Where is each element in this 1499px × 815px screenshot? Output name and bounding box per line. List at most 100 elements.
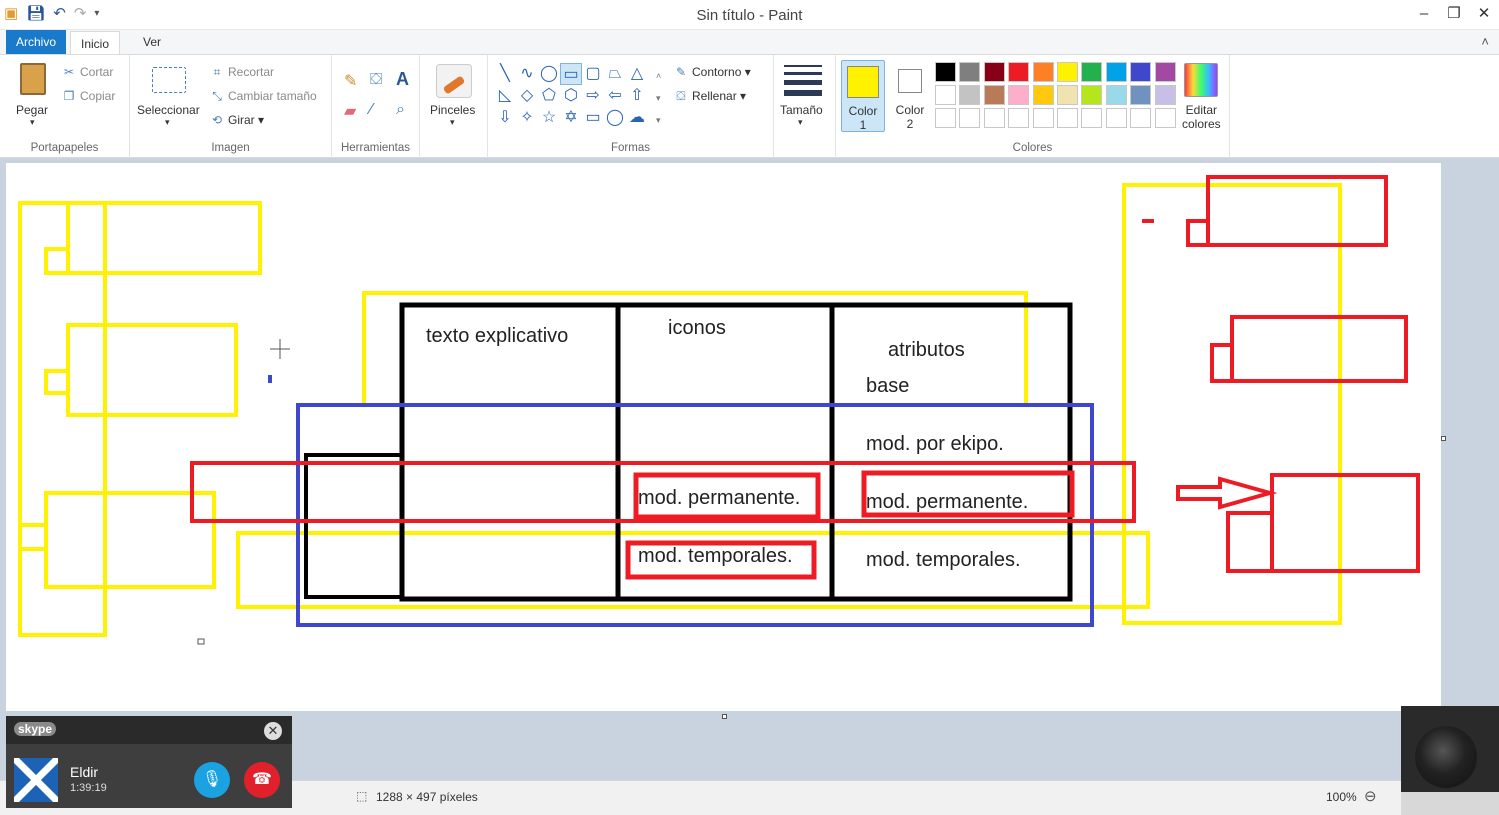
- color-picker-icon[interactable]: ⁄: [370, 101, 373, 119]
- oval-callout-shape-icon[interactable]: ◯: [604, 107, 626, 129]
- six-point-star-shape-icon[interactable]: ✡: [560, 107, 582, 129]
- color-swatch[interactable]: [935, 108, 956, 128]
- color-swatch[interactable]: [1105, 85, 1127, 105]
- color1-number: 1: [859, 118, 867, 132]
- brushes-button[interactable]: Pinceles: [430, 103, 475, 117]
- color-swatch[interactable]: [1032, 62, 1054, 82]
- rectangle-shape-icon[interactable]: ▭: [560, 63, 582, 85]
- eraser-icon[interactable]: ▰: [344, 101, 356, 121]
- up-arrow-shape-icon[interactable]: ⇧: [626, 85, 648, 107]
- copy-button[interactable]: ❐ Copiar: [62, 89, 116, 103]
- tab-ver[interactable]: Ver: [133, 30, 171, 54]
- color-swatch[interactable]: [959, 108, 981, 128]
- color2-swatch: [898, 69, 922, 93]
- canvas-resize-handle[interactable]: [722, 714, 727, 719]
- color-swatch[interactable]: [1008, 62, 1030, 82]
- color-swatch[interactable]: [1032, 108, 1054, 128]
- minimize-icon[interactable]: –: [1409, 0, 1439, 30]
- color-swatch[interactable]: [935, 62, 956, 82]
- color-swatch[interactable]: [1130, 85, 1152, 105]
- paste-button[interactable]: Pegar: [16, 103, 48, 117]
- color-swatch[interactable]: [959, 62, 981, 82]
- select-dropdown-icon[interactable]: ▾: [165, 117, 170, 128]
- rect-callout-shape-icon[interactable]: ▭: [582, 107, 604, 129]
- magnifier-icon[interactable]: ⌕: [396, 101, 405, 119]
- tab-archivo[interactable]: Archivo: [6, 30, 67, 54]
- color-swatch[interactable]: [1154, 108, 1176, 128]
- color-swatch[interactable]: [1105, 108, 1127, 128]
- copy-label: Copiar: [80, 89, 116, 103]
- paste-icon[interactable]: [20, 63, 46, 95]
- color-swatch[interactable]: [1081, 85, 1103, 105]
- crop-button[interactable]: ⌗ Recortar: [210, 65, 274, 80]
- size-button[interactable]: Tamaño: [780, 103, 823, 117]
- four-point-star-shape-icon[interactable]: ✧: [516, 107, 538, 129]
- rotate-button[interactable]: ⟲ Girar ▾: [210, 113, 264, 127]
- text-icon[interactable]: A: [396, 69, 409, 90]
- color-swatch[interactable]: [983, 85, 1005, 105]
- edit-colors-button[interactable]: Editar colores: [1182, 103, 1221, 131]
- pentagon-shape-icon[interactable]: ⬠: [538, 85, 560, 107]
- left-arrow-shape-icon[interactable]: ⇦: [604, 85, 626, 107]
- drawing-canvas[interactable]: texto explicativo iconos atributos base …: [6, 163, 1441, 711]
- color-swatch[interactable]: [983, 62, 1005, 82]
- color-swatch[interactable]: [983, 108, 1005, 128]
- group-label: Imagen: [211, 142, 250, 154]
- color-swatch[interactable]: [1056, 85, 1078, 105]
- size-dropdown-icon[interactable]: ▾: [798, 117, 803, 128]
- brush-icon[interactable]: [436, 64, 472, 98]
- canvas-resize-handle[interactable]: [1441, 436, 1446, 441]
- color1-button[interactable]: Color 1: [841, 60, 885, 132]
- fill-icon[interactable]: ⛋: [370, 71, 382, 89]
- cut-button[interactable]: ✂ Cortar: [62, 65, 113, 79]
- shapes-scroll-icon[interactable]: ˄ ▾ ▾: [656, 65, 661, 131]
- diamond-shape-icon[interactable]: ◇: [516, 85, 538, 107]
- skype-call-overlay: skype ✕ Eldir 1:39:19 🎙︎ ☎: [6, 716, 292, 808]
- paste-dropdown-icon[interactable]: ▾: [30, 117, 35, 128]
- edit-colors-icon[interactable]: [1184, 63, 1218, 97]
- outline-button[interactable]: ✎ Contorno ▾: [674, 65, 751, 79]
- resize-button[interactable]: ⤡ Cambiar tamaño: [210, 89, 317, 104]
- hexagon-shape-icon[interactable]: ⬡: [560, 85, 582, 107]
- color-swatch[interactable]: [1130, 62, 1152, 82]
- pencil-icon[interactable]: ✎: [344, 71, 357, 91]
- close-icon[interactable]: ✕: [1469, 0, 1499, 30]
- line-shape-icon[interactable]: ╲: [494, 63, 516, 85]
- color-swatch[interactable]: [1105, 62, 1127, 82]
- color-swatch[interactable]: [959, 85, 981, 105]
- curve-shape-icon[interactable]: ∿: [516, 63, 538, 85]
- color-swatch[interactable]: [1154, 85, 1176, 105]
- rounded-rectangle-shape-icon[interactable]: ▢: [582, 63, 604, 85]
- collapse-ribbon-icon[interactable]: ˄: [1481, 34, 1489, 49]
- color-swatch[interactable]: [1032, 85, 1054, 105]
- color-swatch[interactable]: [1056, 108, 1078, 128]
- color-swatch[interactable]: [1008, 108, 1030, 128]
- cloud-callout-shape-icon[interactable]: ☁: [626, 107, 648, 129]
- select-icon[interactable]: [152, 67, 186, 93]
- right-arrow-shape-icon[interactable]: ⇨: [582, 85, 604, 107]
- five-point-star-shape-icon[interactable]: ☆: [538, 107, 560, 129]
- brushes-dropdown-icon[interactable]: ▾: [450, 117, 455, 128]
- triangle-shape-icon[interactable]: △: [626, 63, 648, 85]
- color-swatch[interactable]: [1008, 85, 1030, 105]
- color-swatch[interactable]: [1081, 62, 1103, 82]
- color-swatch[interactable]: [1081, 108, 1103, 128]
- restore-icon[interactable]: ❐: [1439, 0, 1469, 30]
- fill-shape-button[interactable]: ⛋ Rellenar ▾: [674, 89, 746, 104]
- hang-up-button[interactable]: ☎: [244, 762, 280, 798]
- tab-inicio[interactable]: Inicio: [70, 31, 121, 55]
- close-icon[interactable]: ✕: [264, 722, 282, 740]
- zoom-out-icon[interactable]: ⊖: [1364, 787, 1377, 805]
- color-swatch[interactable]: [1130, 108, 1152, 128]
- select-button[interactable]: Seleccionar: [137, 103, 200, 117]
- color-swatch[interactable]: [1056, 62, 1078, 82]
- color2-button[interactable]: Color 2: [888, 60, 932, 132]
- down-arrow-shape-icon[interactable]: ⇩: [494, 107, 516, 129]
- color-swatch[interactable]: [1154, 62, 1176, 82]
- oval-shape-icon[interactable]: ◯: [538, 63, 560, 85]
- microphone-button[interactable]: 🎙︎: [194, 762, 230, 798]
- color-swatch[interactable]: [935, 85, 956, 105]
- right-triangle-shape-icon[interactable]: ◺: [494, 85, 516, 107]
- polygon-shape-icon[interactable]: ⏢: [604, 63, 626, 85]
- size-icon[interactable]: [784, 65, 822, 96]
